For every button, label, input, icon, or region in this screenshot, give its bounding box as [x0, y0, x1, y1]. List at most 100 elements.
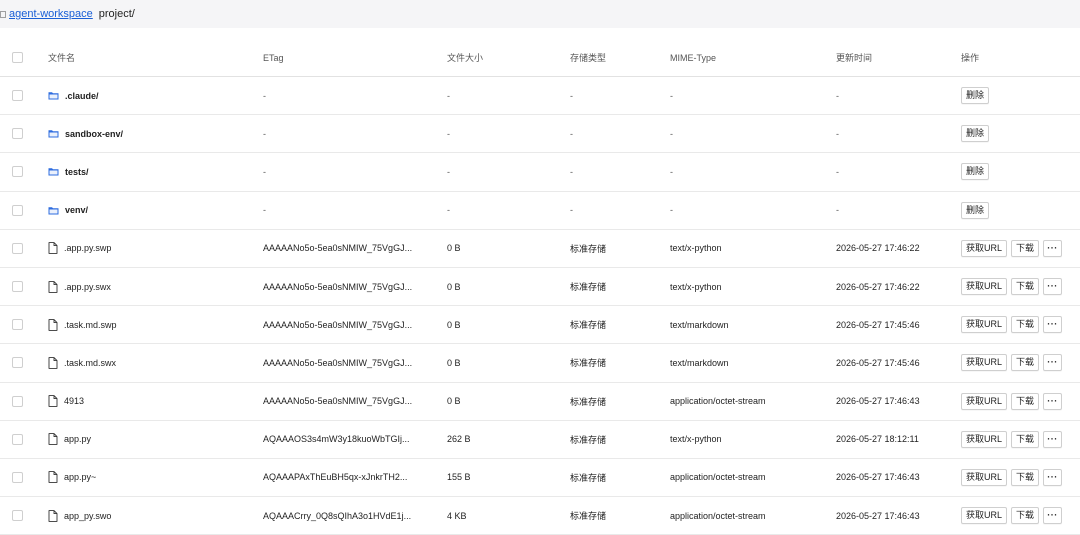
row-checkbox[interactable]	[12, 510, 23, 522]
folder-name-link[interactable]: .claude/	[65, 91, 99, 101]
get-url-button[interactable]: 获取URL	[961, 430, 1008, 448]
etag-cell: -	[263, 205, 266, 216]
download-button[interactable]: 下载	[1011, 354, 1040, 372]
download-button[interactable]: 下载	[1011, 392, 1040, 410]
row-checkbox[interactable]	[12, 319, 23, 331]
download-button[interactable]: 下载	[1011, 316, 1040, 334]
download-button[interactable]: 下载	[1011, 430, 1040, 448]
header-size: 文件大小	[447, 53, 484, 63]
storage-type-cell: 标准存储	[570, 511, 607, 522]
download-button[interactable]: 下载	[1011, 507, 1040, 525]
more-actions-button[interactable]: ···	[1043, 507, 1063, 525]
more-actions-button[interactable]: ···	[1043, 239, 1063, 257]
row-checkbox[interactable]	[12, 166, 23, 178]
etag-cell: AQAAACrry_0Q8sQIhA3o1HVdE1j...	[263, 510, 412, 521]
folder-icon	[48, 91, 59, 100]
folder-outline-icon	[0, 9, 6, 19]
folder-name-link[interactable]: tests/	[65, 167, 89, 177]
updated-cell: -	[836, 128, 839, 139]
storage-type-cell: -	[570, 166, 573, 177]
file-icon	[48, 280, 58, 293]
name-wrap: 4913	[48, 395, 84, 407]
storage-type-cell: 标准存储	[570, 358, 607, 369]
row-checkbox[interactable]	[12, 242, 23, 254]
mime-cell: -	[670, 166, 673, 177]
row-checkbox[interactable]	[12, 90, 23, 102]
row-checkbox[interactable]	[12, 204, 23, 216]
table-row: venv/ - - - - - 删除	[0, 192, 1080, 230]
file-icon	[48, 357, 58, 369]
name-wrap: .claude/	[48, 91, 99, 101]
mime-cell: text/x-python	[670, 434, 722, 445]
etag-cell: AAAAANo5o-5ea0sNMIW_75VgGJ...	[263, 281, 413, 292]
table-row: tests/ - - - - - 删除	[0, 153, 1080, 192]
row-checkbox[interactable]	[12, 471, 23, 483]
delete-button[interactable]: 删除	[961, 201, 990, 219]
file-name-link[interactable]: 4913	[64, 396, 84, 406]
more-actions-button[interactable]: ···	[1043, 316, 1063, 334]
file-name-link[interactable]: app.py	[64, 434, 91, 444]
get-url-button[interactable]: 获取URL	[961, 354, 1008, 372]
name-cell: .claude/	[48, 77, 248, 114]
size-cell: 0 B	[447, 396, 461, 407]
row-checkbox[interactable]	[12, 357, 23, 369]
file-name-link[interactable]: .task.md.swx	[64, 358, 116, 368]
row-checkbox-cell	[12, 497, 26, 534]
row-checkbox-cell	[12, 192, 26, 229]
file-name-link[interactable]: .app.py.swp	[64, 243, 111, 253]
name-cell: app.py~	[48, 459, 248, 496]
table-row: sandbox-env/ - - - - - 删除	[0, 115, 1080, 154]
row-checkbox[interactable]	[12, 433, 23, 445]
table-body: .claude/- - - - - 删除 sandbox-env/- - - - - 删除 tests/…	[0, 77, 1080, 535]
size-cell: 155 B	[447, 472, 471, 483]
delete-button[interactable]: 删除	[961, 87, 990, 105]
size-cell: -	[447, 128, 450, 139]
name-wrap: .app.py.swx	[48, 280, 111, 293]
delete-button[interactable]: 删除	[961, 163, 990, 181]
table-row: .app.py.swx AAAAANo5o-5ea0sNMIW_75VgGJ...…	[0, 268, 1080, 307]
file-name-link[interactable]: .app.py.swx	[64, 282, 111, 292]
table-row: .task.md.swp AAAAANo5o-5ea0sNMIW_75VgGJ..…	[0, 306, 1080, 345]
header-etag: ETag	[263, 52, 284, 63]
table-row: app.py AQAAAOS3s4mW3y18kuoWbTGIj... 262 B 标…	[0, 421, 1080, 459]
more-actions-button[interactable]: ···	[1043, 468, 1063, 486]
folder-name-link[interactable]: sandbox-env/	[65, 129, 123, 139]
row-checkbox[interactable]	[12, 395, 23, 407]
mime-cell: application/octet-stream	[670, 472, 766, 483]
more-actions-button[interactable]: ···	[1043, 278, 1063, 296]
table-row: 4913 AAAAANo5o-5ea0sNMIW_75VgGJ... 0 B 标准存储…	[0, 383, 1080, 421]
row-checkbox[interactable]	[12, 281, 23, 293]
etag-cell: AAAAANo5o-5ea0sNMIW_75VgGJ...	[263, 243, 413, 254]
get-url-button[interactable]: 获取URL	[961, 468, 1008, 486]
actions-cell: 删除	[961, 77, 1076, 114]
more-actions-button[interactable]: ···	[1043, 392, 1063, 410]
etag-cell: AQAAAOS3s4mW3y18kuoWbTGIj...	[263, 434, 410, 445]
size-cell: 262 B	[447, 434, 471, 445]
storage-type-cell: 标准存储	[570, 472, 607, 483]
file-name-link[interactable]: app.py~	[64, 472, 96, 482]
row-checkbox-cell	[12, 421, 26, 458]
get-url-button[interactable]: 获取URL	[961, 507, 1008, 525]
download-button[interactable]: 下载	[1011, 278, 1040, 296]
name-wrap: app_py.swo	[48, 509, 111, 522]
get-url-button[interactable]: 获取URL	[961, 392, 1008, 410]
more-actions-button[interactable]: ···	[1043, 430, 1063, 448]
get-url-button[interactable]: 获取URL	[961, 239, 1008, 257]
row-checkbox-cell	[12, 115, 26, 152]
file-icon	[48, 509, 58, 522]
download-button[interactable]: 下载	[1011, 468, 1040, 486]
file-name-link[interactable]: .task.md.swp	[64, 320, 117, 330]
file-icon	[48, 242, 58, 255]
row-checkbox[interactable]	[12, 128, 23, 140]
get-url-button[interactable]: 获取URL	[961, 278, 1008, 296]
get-url-button[interactable]: 获取URL	[961, 316, 1008, 334]
breadcrumb-root-link[interactable]: agent-workspace	[9, 8, 93, 20]
more-actions-button[interactable]: ···	[1043, 354, 1063, 372]
select-all-checkbox[interactable]	[12, 52, 23, 63]
file-name-link[interactable]: app_py.swo	[64, 511, 111, 521]
name-cell: venv/	[48, 192, 248, 229]
download-button[interactable]: 下载	[1011, 239, 1040, 257]
name-wrap: .task.md.swp	[48, 318, 117, 331]
folder-name-link[interactable]: venv/	[65, 205, 88, 215]
delete-button[interactable]: 删除	[961, 125, 990, 143]
